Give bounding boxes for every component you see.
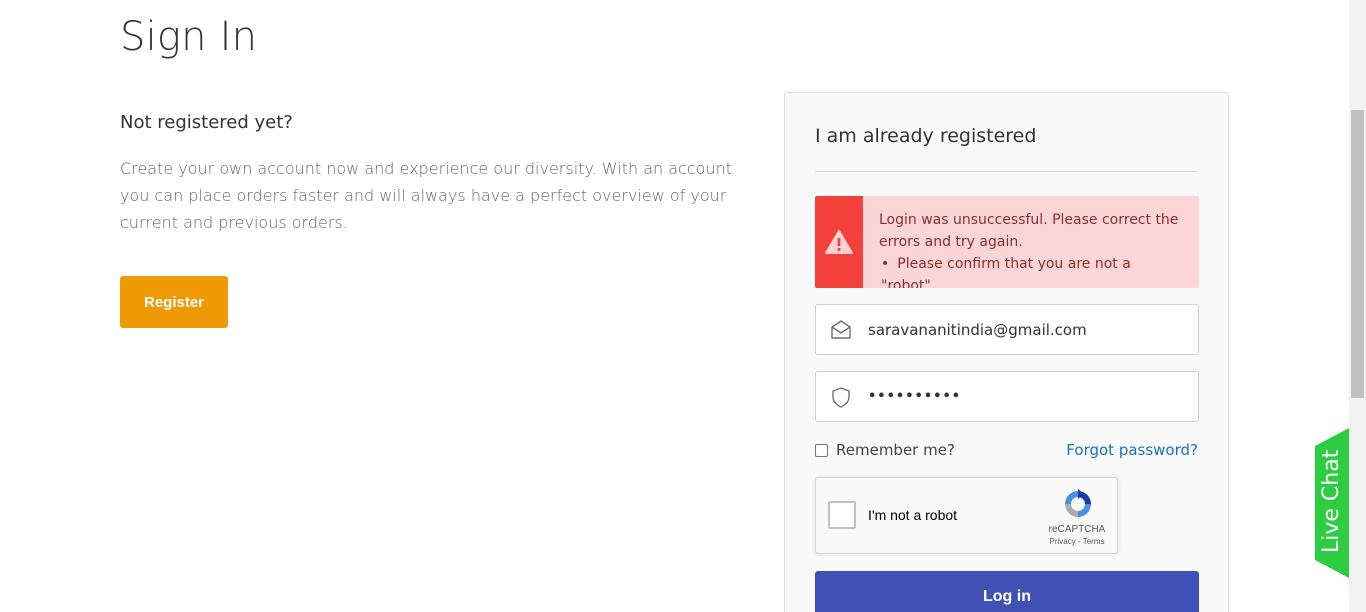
remember-me[interactable]: Remember me? <box>815 441 955 459</box>
alert-message: Login was unsuccessful. Please correct t… <box>879 212 1179 250</box>
login-heading: I am already registered <box>815 125 1037 147</box>
remember-me-checkbox[interactable] <box>815 443 828 457</box>
warning-icon <box>825 230 853 254</box>
recaptcha-label: I'm not a robot <box>868 507 958 523</box>
live-chat-label[interactable]: Live Chat <box>1319 450 1344 553</box>
page-scrollbar[interactable] <box>1349 0 1366 612</box>
email-field[interactable] <box>815 304 1199 355</box>
recaptcha-logo-icon <box>1065 489 1091 517</box>
alert-error-item: Please confirm that you are not a "robot… <box>881 253 1184 288</box>
shield-icon <box>832 387 850 408</box>
recaptcha-terms-link[interactable]: Terms <box>1083 537 1105 546</box>
recaptcha-widget: I'm not a robot reCAPTCHA Privacy - Term… <box>815 477 1118 554</box>
new-customer-heading: Not registered yet? <box>120 112 293 133</box>
password-input[interactable] <box>868 372 1188 421</box>
error-alert: Login was unsuccessful. Please correct t… <box>815 196 1199 288</box>
divider <box>815 171 1198 172</box>
login-button[interactable]: Log in <box>815 571 1199 612</box>
recaptcha-links: Privacy - Terms <box>1034 537 1120 546</box>
login-card: I am already registered Login was unsucc… <box>784 92 1229 612</box>
new-customer-description: Create your own account now and experien… <box>120 159 732 232</box>
recaptcha-privacy-link[interactable]: Privacy <box>1050 537 1076 546</box>
alert-icon-panel <box>815 196 863 288</box>
scrollbar-thumb[interactable] <box>1351 110 1364 398</box>
forgot-password-link[interactable]: Forgot password? <box>1066 441 1198 459</box>
password-field[interactable] <box>815 371 1199 422</box>
email-input[interactable] <box>868 305 1188 354</box>
recaptcha-brand: reCAPTCHA <box>1048 524 1106 535</box>
recaptcha-checkbox[interactable] <box>828 501 856 529</box>
recaptcha-separator: - <box>1075 537 1083 546</box>
remember-me-label: Remember me? <box>836 441 955 459</box>
register-button[interactable]: Register <box>120 276 228 328</box>
new-customer-section: Not registered yet? Create your own acco… <box>120 112 750 236</box>
envelope-icon <box>831 320 851 339</box>
page-title: Sign In <box>120 14 258 60</box>
